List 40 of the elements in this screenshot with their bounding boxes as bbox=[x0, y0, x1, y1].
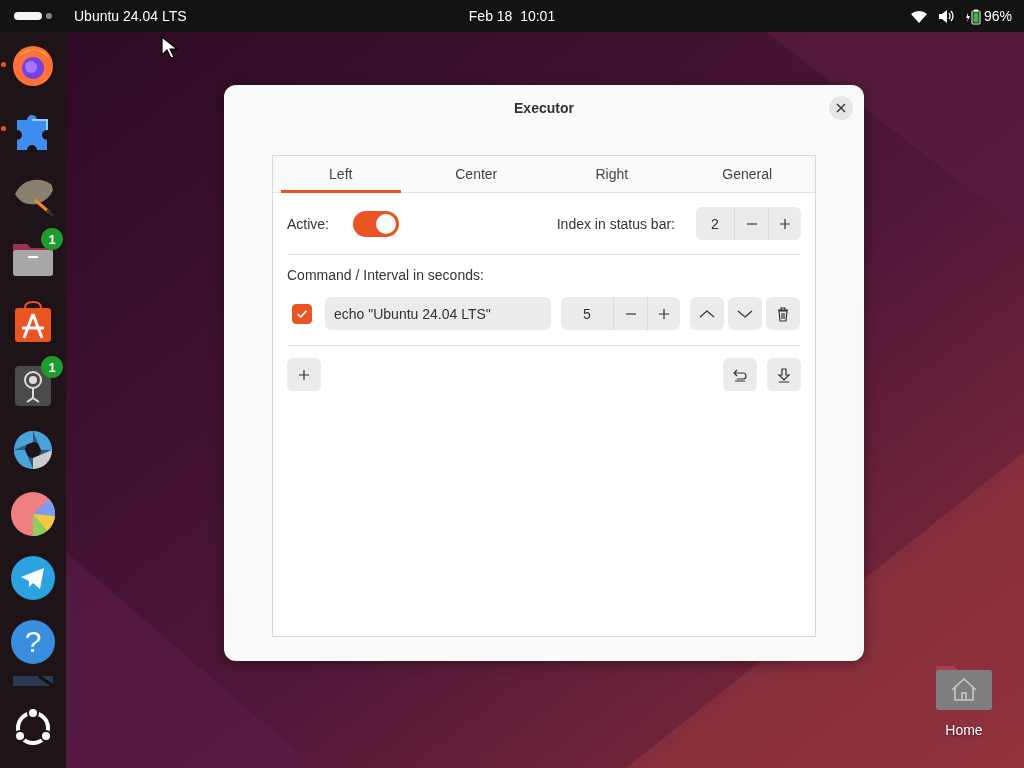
checkbox[interactable] bbox=[292, 303, 312, 324]
close-button[interactable] bbox=[829, 96, 853, 120]
command-field[interactable]: echo "Ubuntu 24.04 LTS" bbox=[325, 297, 551, 330]
add-button[interactable] bbox=[287, 358, 321, 391]
toggle-switch[interactable] bbox=[353, 210, 399, 237]
spin-box[interactable]: 2 bbox=[696, 207, 801, 240]
notification-badge: 1 bbox=[41, 228, 63, 250]
pie-chart-icon[interactable] bbox=[9, 490, 57, 538]
desktop-icon-label[interactable]: Home bbox=[945, 722, 983, 738]
tab[interactable]: Left bbox=[273, 156, 409, 192]
trash-icon bbox=[775, 305, 791, 322]
paper-plane-icon[interactable] bbox=[9, 554, 57, 602]
tab[interactable]: Center bbox=[408, 156, 544, 192]
move-up-button[interactable] bbox=[690, 297, 724, 330]
wifi-icon bbox=[909, 8, 928, 24]
spin-value: 5 bbox=[561, 297, 614, 330]
minus-icon bbox=[746, 222, 757, 225]
app-menu[interactable]: Ubuntu 24.04 LTS bbox=[74, 8, 187, 24]
spin-value: 2 bbox=[696, 207, 735, 240]
help-glyph: ? bbox=[24, 627, 42, 657]
tab[interactable]: General bbox=[679, 156, 815, 192]
volume-icon bbox=[937, 7, 955, 25]
delete-button[interactable] bbox=[766, 297, 800, 330]
workspace-indicator-icon[interactable] bbox=[14, 11, 52, 21]
window-title: Executor bbox=[514, 100, 574, 116]
field-label: Active: bbox=[287, 215, 329, 232]
battery-percentage: 96% bbox=[983, 8, 1012, 24]
section-label: Command / Interval in seconds: bbox=[287, 267, 485, 283]
save-button[interactable] bbox=[767, 358, 801, 391]
help-icon[interactable] bbox=[9, 618, 57, 666]
notification-badge: 1 bbox=[41, 356, 63, 378]
clock[interactable]: Feb 18 10:01 bbox=[468, 8, 556, 24]
mouse-pointer-icon bbox=[161, 36, 179, 60]
minus-icon bbox=[625, 312, 636, 315]
battery-icon bbox=[964, 7, 981, 25]
spin-box[interactable]: 5 bbox=[561, 297, 680, 330]
field-label: Index in status bar: bbox=[556, 215, 675, 232]
tab[interactable]: Right bbox=[544, 156, 680, 192]
undo-button[interactable] bbox=[723, 358, 757, 391]
download-icon bbox=[776, 366, 792, 383]
